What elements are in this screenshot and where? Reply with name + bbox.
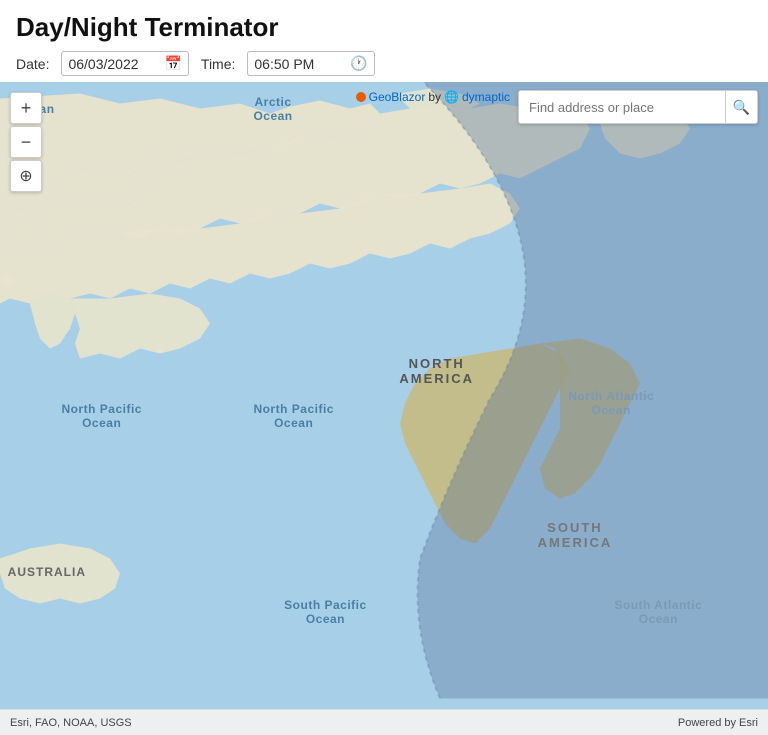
zoom-out-button[interactable]: − bbox=[10, 126, 42, 158]
date-label: Date: bbox=[16, 56, 49, 72]
search-bar: 🔍 bbox=[518, 90, 758, 124]
zoom-in-button[interactable]: + bbox=[10, 92, 42, 124]
time-label: Time: bbox=[201, 56, 235, 72]
esri-attribution: Esri, FAO, NOAA, USGS bbox=[10, 717, 132, 729]
locate-button[interactable]: ⊕ bbox=[10, 160, 42, 192]
search-input[interactable] bbox=[519, 93, 725, 122]
map-container: Ocean ArcticOcean NORTHAMERICA North Pac… bbox=[0, 82, 768, 735]
geoblazor-link[interactable]: GeoBlazor bbox=[369, 90, 426, 104]
calendar-icon: 📅 bbox=[164, 55, 181, 72]
date-input[interactable] bbox=[68, 56, 158, 72]
geoblazor-dot bbox=[356, 92, 366, 102]
search-button[interactable]: 🔍 bbox=[725, 91, 757, 123]
geoblazor-attribution: GeoBlazor by 🌐 dymaptic bbox=[356, 90, 510, 104]
powered-by: Powered by Esri bbox=[678, 717, 758, 729]
time-input[interactable] bbox=[254, 56, 344, 72]
bottom-attribution-bar: Esri, FAO, NOAA, USGS Powered by Esri bbox=[0, 709, 768, 735]
map-controls: + − ⊕ bbox=[10, 92, 42, 192]
map-svg bbox=[0, 82, 768, 735]
page-title: Day/Night Terminator bbox=[16, 12, 752, 43]
dymaptic-link[interactable]: dymaptic bbox=[462, 90, 510, 104]
dymaptic-globe: 🌐 bbox=[444, 90, 459, 104]
clock-icon: 🕐 bbox=[350, 55, 367, 72]
by-text: by bbox=[428, 90, 441, 104]
time-input-wrap: 🕐 bbox=[247, 51, 374, 76]
date-input-wrap: 📅 bbox=[61, 51, 188, 76]
